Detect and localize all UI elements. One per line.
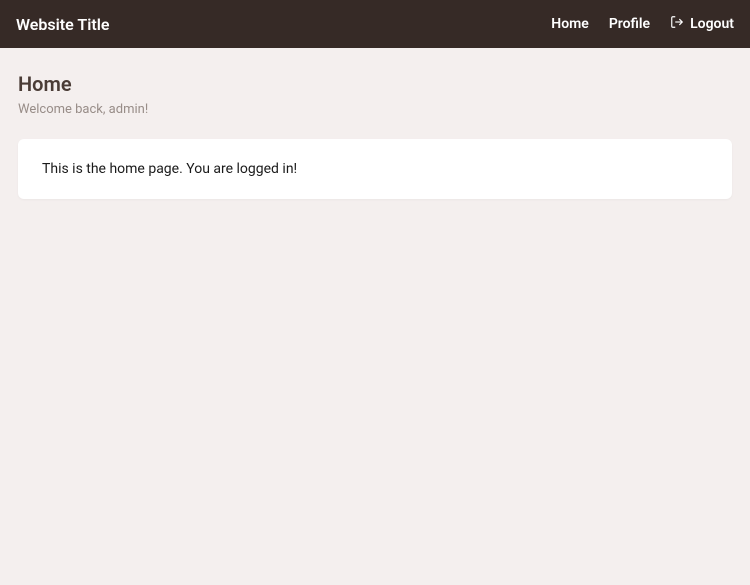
main-content: Home Welcome back, admin! This is the ho… (0, 48, 750, 223)
nav-link-profile[interactable]: Profile (609, 16, 650, 32)
nav-link-home[interactable]: Home (551, 16, 589, 32)
navbar-nav: Home Profile Logout (551, 15, 734, 33)
card-text: This is the home page. You are logged in… (42, 161, 708, 177)
content-card: This is the home page. You are logged in… (18, 139, 732, 199)
navbar-brand[interactable]: Website Title (16, 15, 110, 34)
nav-link-logout[interactable]: Logout (670, 15, 734, 33)
navbar: Website Title Home Profile Logout (0, 0, 750, 48)
nav-link-logout-label: Logout (690, 16, 734, 32)
logout-icon (670, 15, 684, 33)
page-title: Home (18, 72, 732, 96)
page-subtitle: Welcome back, admin! (18, 102, 732, 117)
